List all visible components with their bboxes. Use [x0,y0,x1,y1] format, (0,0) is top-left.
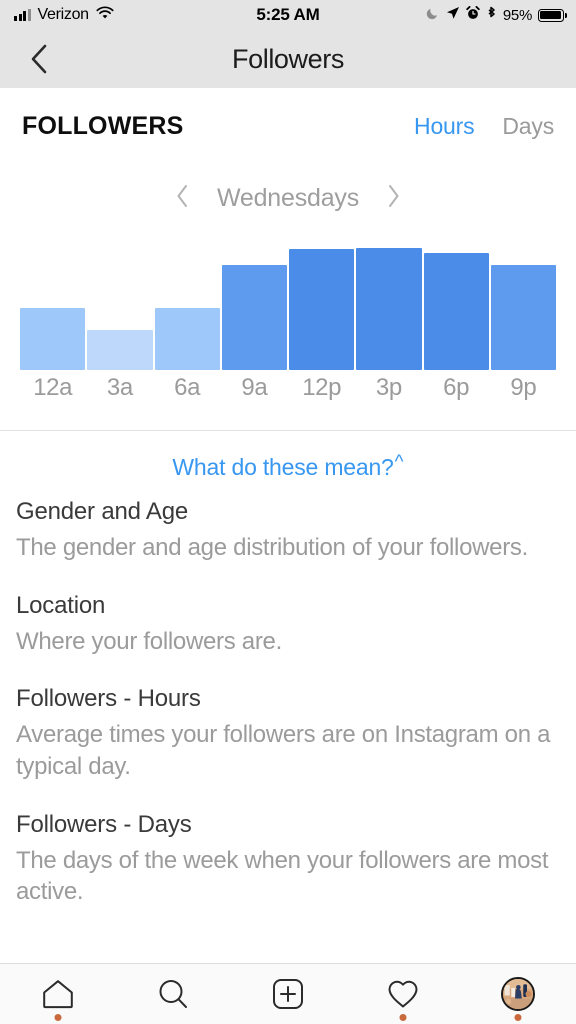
definition-term: Location [16,591,106,619]
definition-item: Followers - Days The days of the week whe… [16,811,560,908]
chevron-left-icon [177,184,187,207]
selected-day-label: Wednesdays [216,183,360,212]
tab-activity[interactable] [371,970,435,1021]
location-arrow-icon [446,6,460,24]
bluetooth-icon [486,6,497,25]
avatar [501,977,536,1011]
what-do-these-mean-link[interactable]: What do these mean? ^ [0,446,576,488]
chart-x-label-3p: 3p [375,374,402,401]
navigation-bar: Followers [0,30,576,88]
chevron-up-icon: ^ [394,452,404,473]
chart-bar-12p[interactable] [289,249,355,370]
section-divider [0,430,576,431]
tab-profile[interactable] [486,970,550,1021]
moon-icon [426,6,440,24]
avatar-photo [503,979,534,1009]
page-title: Followers [232,43,344,74]
bottom-tab-bar [0,963,576,1024]
tab-search[interactable] [141,970,205,1018]
chevron-right-icon [389,184,399,207]
chart-x-label-6p: 6p [443,374,470,401]
chart-bar-6a[interactable] [154,307,220,370]
chart-x-label-12a: 12a [33,374,73,401]
previous-day-button[interactable] [170,182,195,215]
home-icon [42,980,73,1009]
followers-section-header: FOLLOWERS Hours Days [0,88,576,164]
heart-icon [388,980,418,1008]
activity-badge-dot [399,1014,407,1021]
tab-home[interactable] [26,970,90,1021]
chart-x-label-9p: 9p [510,374,537,401]
definition-description: Where your followers are. [16,627,282,655]
next-day-button[interactable] [381,182,406,215]
battery-icon [538,8,568,22]
profile-badge-dot [514,1014,522,1021]
chart-x-axis-labels: 12a 3a 6a 9a 12p 3p 6p 9p [20,374,556,414]
followers-hours-bar-chart [20,240,556,370]
explain-link-label: What do these mean? [172,453,394,480]
chart-x-label-12p: 12p [302,374,342,401]
status-bar: Verizon 5:25 AM 95% [0,0,576,30]
definition-item: Gender and Age The gender and age distrib… [16,498,560,564]
chart-bar-12a[interactable] [20,307,86,370]
definition-description: Average times your followers are on Inst… [16,721,551,781]
chevron-left-icon [31,44,47,74]
status-bar-right: 95% [426,6,568,25]
app-screen: Verizon 5:25 AM 95% Followers FOLLOWERS … [0,0,576,1024]
back-button[interactable] [22,42,56,76]
definitions-list: Gender and Age The gender and age distrib… [0,498,576,936]
definition-term: Followers - Hours [16,685,201,713]
search-icon [159,980,187,1008]
tab-days[interactable]: Days [502,113,554,140]
plus-square-icon [272,979,303,1009]
period-segmented-control: Hours Days [414,113,554,140]
day-selector: Wednesdays [0,172,576,224]
definition-term: Followers - Days [16,810,192,838]
tab-add-post[interactable] [256,970,320,1018]
definition-description: The gender and age distribution of your … [16,534,528,561]
chart-bar-9p[interactable] [490,264,556,370]
chart-bar-6p[interactable] [423,253,489,370]
chart-x-label-6a: 6a [174,374,201,401]
definition-item: Location Where your followers are. [16,592,560,658]
tab-hours[interactable]: Hours [414,113,475,140]
definition-item: Followers - Hours Average times your foll… [16,685,560,782]
home-badge-dot [54,1014,62,1021]
battery-percent-label: 95% [502,6,532,24]
chart-bar-3a[interactable] [87,329,153,370]
chart-bar-3p[interactable] [356,247,422,370]
definition-term: Gender and Age [16,498,189,525]
chart-bar-9a[interactable] [221,264,287,370]
chart-x-label-3a: 3a [106,374,133,401]
section-title: FOLLOWERS [22,111,184,140]
alarm-clock-icon [466,6,480,24]
chart-x-label-9a: 9a [241,374,268,401]
definition-description: The days of the week when your followers… [16,846,549,906]
